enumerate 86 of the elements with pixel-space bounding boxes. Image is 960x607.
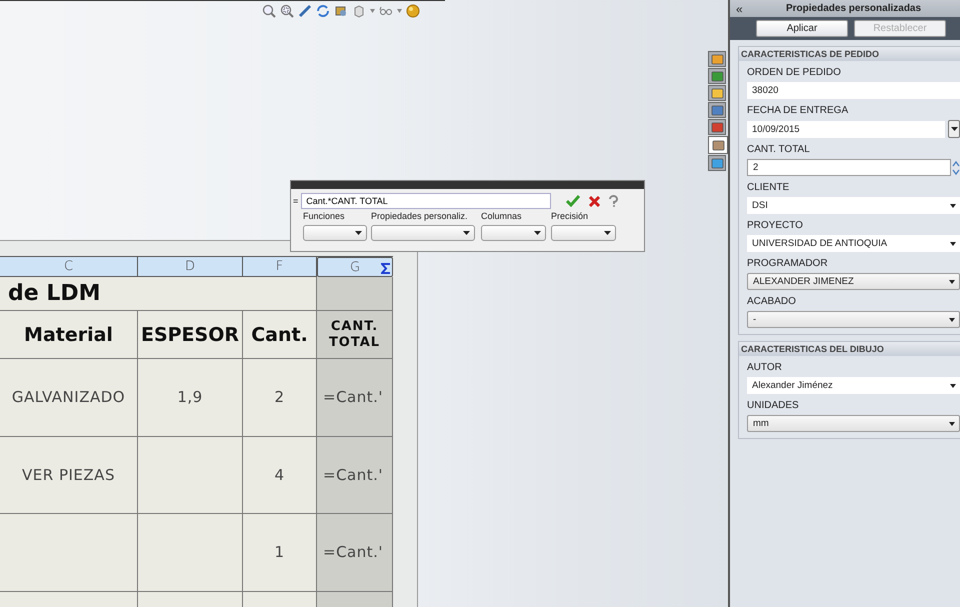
- field-label: FECHA DE ENTREGA: [747, 105, 850, 116]
- combo-box[interactable]: UNIVERSIDAD DE ANTIOQUIA: [747, 235, 960, 252]
- dropdown[interactable]: mm: [747, 415, 960, 432]
- caret-icon: [604, 231, 611, 235]
- side-tab[interactable]: [708, 68, 726, 84]
- side-tab[interactable]: [708, 85, 726, 101]
- column-letter[interactable]: D: [138, 257, 243, 277]
- number-field[interactable]: 2: [747, 159, 951, 176]
- caret-icon: [950, 384, 956, 388]
- caret-icon: [950, 127, 958, 131]
- field-label: CLIENTE: [747, 182, 790, 193]
- caret-icon: [949, 422, 955, 426]
- tab-icon: [710, 52, 724, 66]
- zoom-area-icon[interactable]: [280, 4, 294, 18]
- column-header: ESPESOR: [140, 324, 240, 346]
- dropdown[interactable]: [551, 225, 616, 241]
- side-tab[interactable]: [708, 119, 726, 135]
- dropdown-label: Columnas: [481, 211, 523, 222]
- table-cell: =Cant.': [317, 514, 393, 592]
- spinner-icon[interactable]: [952, 160, 960, 176]
- rotate-icon[interactable]: [316, 4, 330, 18]
- side-tab[interactable]: [708, 102, 726, 118]
- dropdown[interactable]: [303, 225, 367, 241]
- caret-icon: [949, 318, 955, 322]
- dropdown[interactable]: ALEXANDER JIMENEZ: [747, 273, 960, 290]
- dropdown-label: Propiedades personaliz.: [371, 211, 469, 222]
- field-label: PROYECTO: [747, 220, 804, 231]
- tab-icon: [712, 138, 724, 152]
- field-label: UNIDADES: [747, 400, 800, 411]
- glasses-icon[interactable]: [379, 4, 393, 18]
- column-letter[interactable]: F: [243, 257, 317, 277]
- equals-sign: =: [293, 196, 298, 206]
- tab-icon: [710, 120, 724, 134]
- section-title: CARACTERISTICAS DEL DIBUJO: [741, 344, 884, 354]
- caret-icon: [950, 204, 956, 208]
- tab-icon: [710, 86, 724, 100]
- help-icon[interactable]: [609, 195, 618, 207]
- caret-icon: [950, 242, 956, 246]
- side-tab[interactable]: [708, 51, 726, 67]
- caret-icon: [534, 231, 541, 235]
- dropdown-label: Precisión: [551, 211, 590, 222]
- check-icon[interactable]: [566, 195, 580, 207]
- section-title: CARACTERISTICAS DE PEDIDO: [741, 49, 880, 59]
- sigma-icon: [381, 263, 391, 274]
- tab-icon: [710, 104, 724, 116]
- field-label: ORDEN DE PEDIDO: [747, 67, 842, 78]
- calendar-button[interactable]: [948, 120, 960, 138]
- column-header: Material: [24, 324, 113, 346]
- side-tab[interactable]: [708, 136, 728, 154]
- table-cell: =Cant.': [317, 436, 393, 514]
- combo-box[interactable]: Alexander Jiménez: [747, 377, 960, 394]
- field-label: ACABADO: [747, 296, 797, 307]
- combo-box[interactable]: DSI: [747, 197, 960, 214]
- dropdown-label: Funciones: [303, 211, 346, 222]
- table-cell: GALVANIZADO: [0, 359, 138, 436]
- column-header: CANT. TOTAL: [328, 318, 380, 350]
- table-cell: VER PIEZAS: [0, 436, 138, 514]
- column-letter[interactable]: G: [317, 257, 393, 277]
- caret-icon: [355, 231, 362, 235]
- caret-icon[interactable]: [397, 9, 402, 13]
- caret-icon: [949, 280, 955, 284]
- column-letter[interactable]: C: [0, 257, 138, 277]
- field-label: AUTOR: [747, 362, 783, 373]
- field-label: CANT. TOTAL: [747, 144, 811, 155]
- panel-button[interactable]: Aplicar: [756, 20, 848, 37]
- input-field[interactable]: 38020: [747, 82, 960, 99]
- panel-title: Propiedades personalizadas: [786, 3, 922, 14]
- sphere-icon[interactable]: [406, 4, 420, 18]
- table-title: de LDM: [8, 281, 101, 306]
- dropdown[interactable]: [481, 225, 546, 241]
- caret-icon: [463, 231, 470, 235]
- column-header: Cant.: [251, 324, 308, 346]
- tab-icon: [710, 70, 724, 82]
- date-field[interactable]: 10/09/2015: [747, 120, 945, 138]
- table-cell: =Cant.': [317, 359, 393, 436]
- formula-input[interactable]: Cant.*CANT. TOTAL: [301, 193, 552, 209]
- zoom-fit-icon[interactable]: [262, 4, 276, 18]
- caret-icon[interactable]: [370, 9, 375, 13]
- collapse-button[interactable]: «: [736, 2, 748, 16]
- table-cell: 1,9: [138, 359, 243, 436]
- side-tab[interactable]: [708, 155, 726, 171]
- dropdown[interactable]: -: [747, 311, 960, 328]
- close-icon[interactable]: [589, 196, 600, 206]
- field-label: PROGRAMADOR: [747, 258, 829, 269]
- tab-icon: [710, 156, 724, 170]
- dropdown[interactable]: [371, 225, 475, 241]
